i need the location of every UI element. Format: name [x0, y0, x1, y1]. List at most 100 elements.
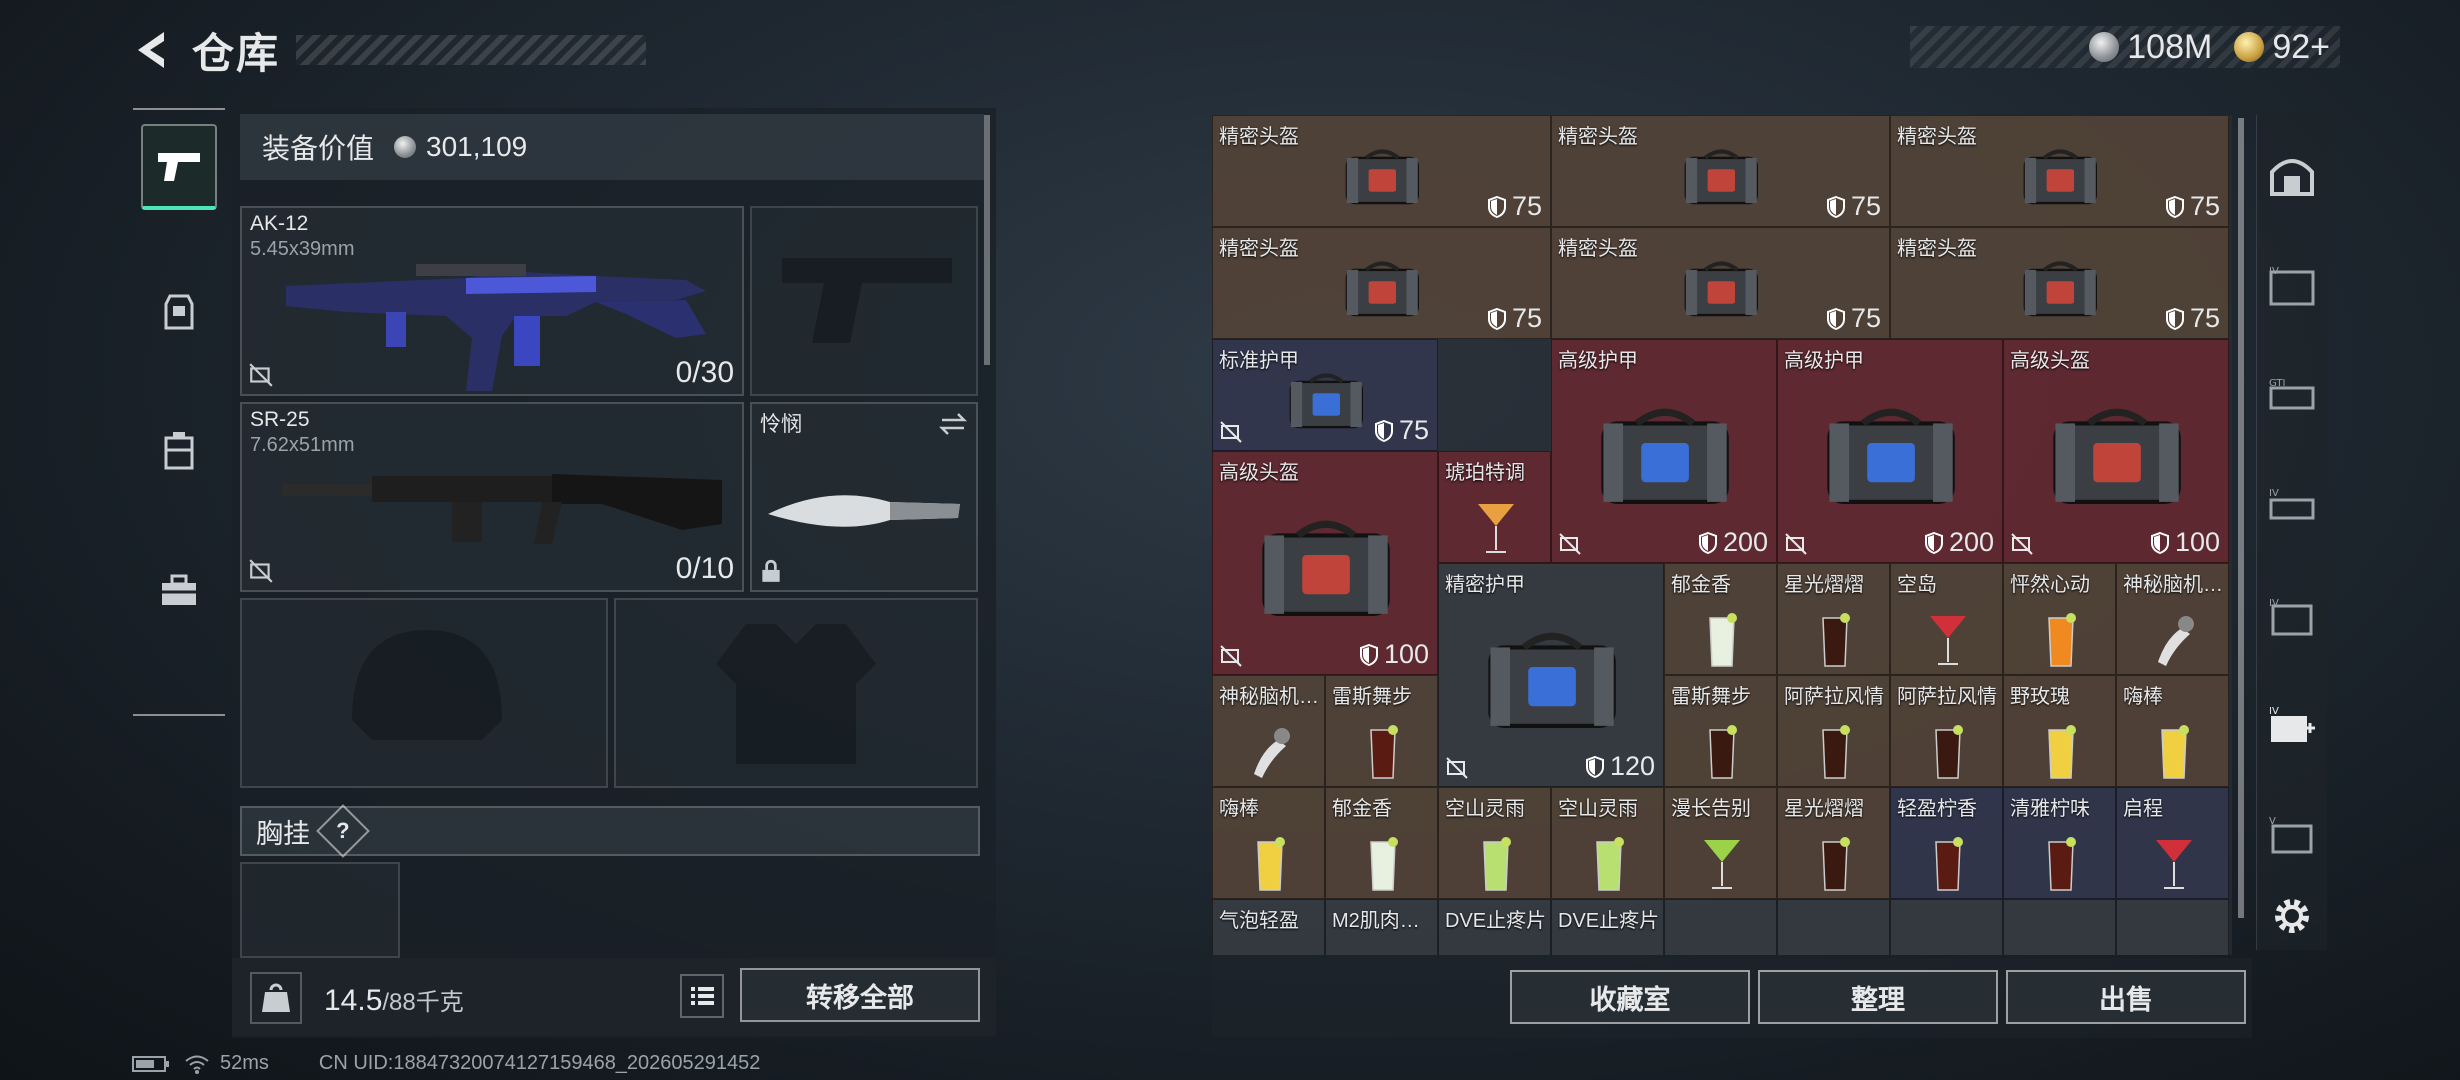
sell-button[interactable]: 出售 [2006, 970, 2246, 1024]
storage-item[interactable]: 空山灵雨 [1438, 787, 1551, 899]
storage-item[interactable]: 琥珀特调 [1438, 451, 1551, 563]
equipment-scrollbar[interactable] [984, 115, 990, 365]
storage-item[interactable]: 精密头盔 75 [1212, 115, 1551, 227]
secondary-weapon-slot[interactable]: SR-25 7.62x51mm 0/10 [240, 402, 744, 592]
storage-item[interactable]: 精密头盔 75 [1890, 227, 2229, 339]
shield-icon [1359, 643, 1378, 666]
storage-item[interactable]: 轻盈柠香 [1890, 787, 2003, 899]
storage-item[interactable]: 空山灵雨 [1551, 787, 1664, 899]
storage-item[interactable]: DVE止疼片 [1551, 899, 1664, 955]
armor-slot[interactable] [614, 598, 978, 788]
storage-item[interactable]: 嗨棒 [2116, 675, 2229, 787]
helmet-silhouette-icon [352, 630, 502, 740]
empty-storage-cell[interactable] [2003, 899, 2116, 955]
storage-scrollbar[interactable] [2238, 118, 2244, 918]
equipment-value-label: 装备价值 [262, 133, 375, 164]
storage-item[interactable]: 郁金香 [1325, 787, 1438, 899]
storage-item[interactable]: 高级护甲 200 [1777, 339, 2003, 563]
case-icon [164, 432, 194, 470]
storage-item[interactable]: 气泡轻盈 [1212, 899, 1325, 955]
storage-item[interactable]: 清雅柠味 [2003, 787, 2116, 899]
rifle-image [282, 474, 722, 544]
storage-item[interactable]: 神秘脑机… [1212, 675, 1325, 787]
storage-item[interactable]: DVE止疼片 [1438, 899, 1551, 955]
helmet-bag-icon [1684, 260, 1759, 316]
unavailable-icon [1446, 757, 1468, 779]
empty-storage-cell[interactable] [1664, 899, 1777, 955]
storage-item-name: 阿萨拉风情 [1897, 686, 1997, 708]
list-view-button[interactable] [680, 974, 724, 1018]
rail-item-storage-7[interactable]: V [2261, 805, 2323, 867]
drink-icon [1369, 725, 1398, 779]
storage-item[interactable]: 阿萨拉风情 [1890, 675, 2003, 787]
sort-button[interactable]: 整理 [1758, 970, 1998, 1024]
help-badge-text: ? [336, 817, 350, 843]
storage-item[interactable]: 精密头盔 75 [1890, 115, 2229, 227]
help-badge[interactable]: ? [316, 804, 370, 858]
secondary-weapon-ammo: 0/10 [675, 552, 734, 585]
gold-coin-icon [2234, 32, 2265, 62]
durability-value: 75 [1826, 191, 1881, 222]
storage-item[interactable]: 高级头盔 100 [2003, 339, 2229, 563]
storage-item[interactable]: 郁金香 [1664, 563, 1777, 675]
empty-storage-cell[interactable] [1777, 899, 1890, 955]
armor-bag-icon [1289, 372, 1363, 428]
storage-item[interactable]: 高级头盔 100 [1212, 451, 1438, 675]
storage-item[interactable]: 雷斯舞步 [1664, 675, 1777, 787]
tab-containers[interactable] [143, 410, 215, 490]
storage-item[interactable]: 星光熠熠 [1777, 563, 1890, 675]
settings-button[interactable] [2261, 885, 2323, 947]
primary-weapon-slot[interactable]: AK-12 5.45x39mm 0/30 [240, 206, 744, 396]
rail-item-medical[interactable]: IV [2261, 695, 2323, 757]
storage-item[interactable]: 怦然心动 [2003, 563, 2116, 675]
svg-text:IV: IV [2269, 488, 2279, 499]
equipment-value: 301,109 [426, 131, 528, 162]
storage-item[interactable]: 启程 [2116, 787, 2229, 899]
empty-storage-cell[interactable] [1890, 899, 2003, 955]
rail-item-storage-3[interactable]: GTI [2261, 365, 2323, 427]
tab-weapons[interactable] [141, 124, 217, 210]
rail-item-storage-4[interactable]: IV [2261, 475, 2323, 537]
storage-item[interactable]: 雷斯舞步 [1325, 675, 1438, 787]
storage-item[interactable]: 精密头盔 75 [1551, 115, 1890, 227]
storage-item[interactable]: 高级护甲 200 [1551, 339, 1777, 563]
shield-icon [2165, 307, 2184, 330]
tab-gear[interactable] [143, 270, 215, 350]
tab-supplies[interactable] [143, 550, 215, 630]
storage-item[interactable]: 野玫瑰 [2003, 675, 2116, 787]
storage-item[interactable]: 标准护甲 75 [1212, 339, 1438, 451]
transfer-all-button[interactable]: 转移全部 [740, 968, 980, 1022]
collection-room-button[interactable]: 收藏室 [1510, 970, 1750, 1024]
melee-slot[interactable]: 怜悯 [750, 402, 978, 592]
back-arrow-icon[interactable] [130, 26, 178, 74]
storage-item[interactable]: 精密护甲 120 [1438, 563, 1664, 787]
storage-item-name: 郁金香 [1332, 798, 1392, 820]
storage-item[interactable]: 星光熠熠 [1777, 787, 1890, 899]
pistol-slot[interactable] [750, 206, 978, 396]
storage-item[interactable]: 空岛 [1890, 563, 2003, 675]
svg-text:IV: IV [2269, 598, 2279, 609]
storage-item-name: 精密头盔 [1897, 238, 1977, 260]
storage-category-rail: IV GTI IV IV IV V [2256, 115, 2327, 950]
rail-item-storage-5[interactable]: IV [2261, 585, 2323, 647]
storage-item-name: 神秘脑机… [2123, 574, 2223, 596]
storage-item[interactable]: 精密头盔 75 [1212, 227, 1551, 339]
storage-item[interactable]: 阿萨拉风情 [1777, 675, 1890, 787]
rail-item-home[interactable] [2261, 145, 2323, 207]
storage-item[interactable]: 精密头盔 75 [1551, 227, 1890, 339]
storage-item[interactable]: M2肌肉… [1325, 899, 1438, 955]
storage-item-name: 空山灵雨 [1558, 798, 1638, 820]
storage-item[interactable]: 嗨棒 [1212, 787, 1325, 899]
storage-box-icon: IV [2269, 266, 2315, 306]
storage-scrollbar-thumb[interactable] [2238, 118, 2244, 918]
page-header: 仓库 [130, 22, 647, 78]
unavailable-icon [249, 363, 273, 387]
storage-item[interactable]: 神秘脑机… [2116, 563, 2229, 675]
storage-item[interactable]: 漫长告别 [1664, 787, 1777, 899]
empty-storage-cell[interactable] [2116, 899, 2229, 955]
durability-value: 100 [2150, 527, 2220, 558]
unavailable-icon [249, 559, 273, 583]
helmet-slot[interactable] [240, 598, 608, 788]
chest-rig-slot[interactable] [240, 862, 400, 958]
rail-item-storage-2[interactable]: IV [2261, 255, 2323, 317]
